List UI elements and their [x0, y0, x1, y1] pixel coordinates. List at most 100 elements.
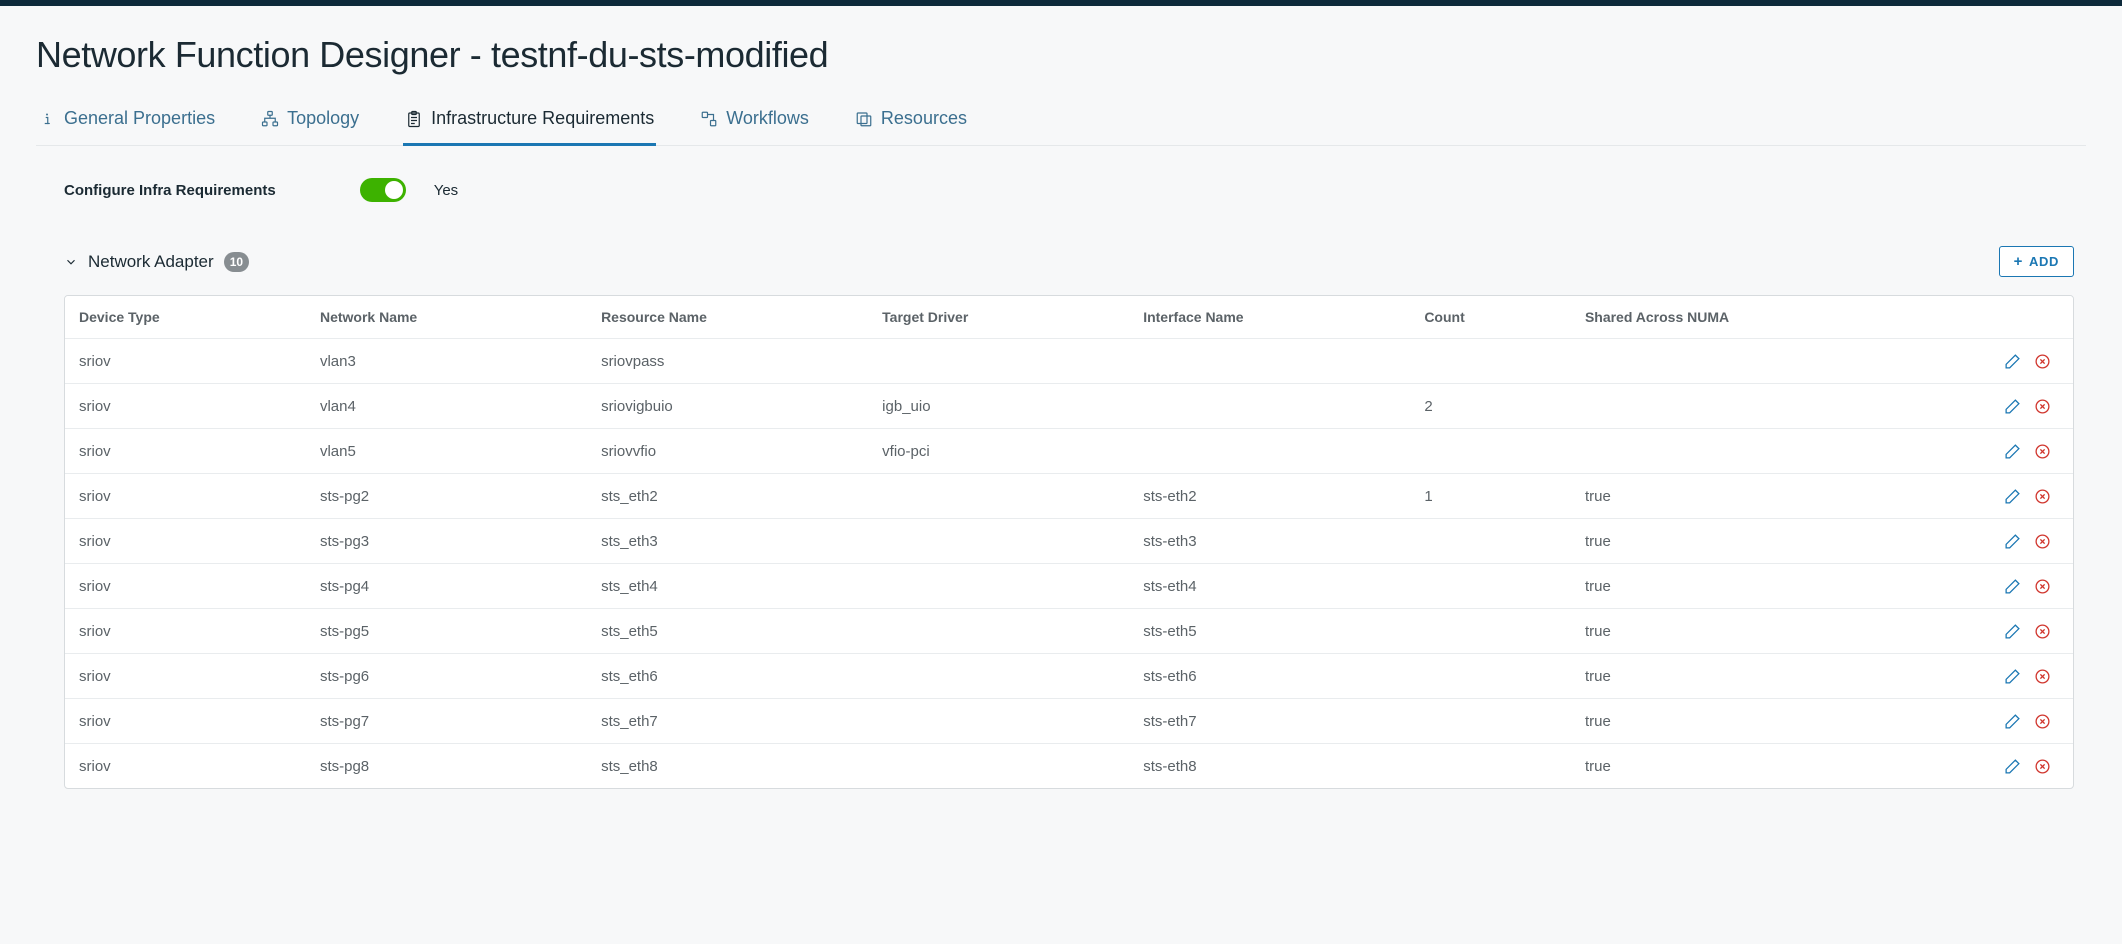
table-header-row: Device Type Network Name Resource Name T… [65, 296, 2073, 339]
delete-icon[interactable] [2033, 352, 2051, 370]
tab-label: Infrastructure Requirements [431, 108, 654, 129]
cell-interface-name: sts-eth5 [1129, 609, 1410, 654]
table-row: sriovsts-pg3sts_eth3sts-eth3true [65, 519, 2073, 564]
cell-resource-name: sts_eth4 [587, 564, 868, 609]
table-row: sriovvlan5sriovvfiovfio-pci [65, 429, 2073, 474]
edit-icon[interactable] [2003, 757, 2021, 775]
cell-shared-numa: true [1571, 474, 1953, 519]
tab-infrastructure-requirements[interactable]: Infrastructure Requirements [403, 100, 656, 146]
table-row: sriovsts-pg7sts_eth7sts-eth7true [65, 699, 2073, 744]
cell-device-type: sriov [65, 474, 306, 519]
config-toggle-value: Yes [434, 182, 458, 199]
cell-resource-name: sts_eth2 [587, 474, 868, 519]
cell-target-driver [868, 519, 1129, 564]
delete-icon[interactable] [2033, 442, 2051, 460]
cell-shared-numa: true [1571, 564, 1953, 609]
edit-icon[interactable] [2003, 622, 2021, 640]
cell-device-type: sriov [65, 519, 306, 564]
cell-actions [1952, 564, 2073, 609]
delete-icon[interactable] [2033, 532, 2051, 550]
cell-target-driver: igb_uio [868, 384, 1129, 429]
plus-icon: + [2014, 254, 2023, 269]
config-toggle-row: Configure Infra Requirements Yes [64, 178, 2086, 202]
cell-network-name: vlan5 [306, 429, 587, 474]
edit-icon[interactable] [2003, 397, 2021, 415]
cell-actions [1952, 609, 2073, 654]
cell-network-name: vlan4 [306, 384, 587, 429]
tab-label: Workflows [726, 108, 809, 129]
cell-actions [1952, 339, 2073, 384]
tab-resources[interactable]: Resources [853, 100, 969, 146]
edit-icon[interactable] [2003, 577, 2021, 595]
add-button-label: ADD [2029, 254, 2059, 269]
table-row: sriovsts-pg2sts_eth2sts-eth21true [65, 474, 2073, 519]
tab-workflows[interactable]: Workflows [698, 100, 811, 146]
section-toggle[interactable]: Network Adapter 10 [64, 252, 249, 272]
cell-target-driver [868, 654, 1129, 699]
tab-topology[interactable]: Topology [259, 100, 361, 146]
cell-device-type: sriov [65, 609, 306, 654]
cell-count: 1 [1410, 474, 1571, 519]
cell-shared-numa: true [1571, 699, 1953, 744]
cell-device-type: sriov [65, 744, 306, 789]
cell-resource-name: sts_eth3 [587, 519, 868, 564]
tab-label: Topology [287, 108, 359, 129]
cell-target-driver [868, 339, 1129, 384]
cell-count [1410, 699, 1571, 744]
edit-icon[interactable] [2003, 442, 2021, 460]
cell-interface-name: sts-eth2 [1129, 474, 1410, 519]
cell-interface-name: sts-eth7 [1129, 699, 1410, 744]
cell-count [1410, 744, 1571, 789]
network-adapter-section: Network Adapter 10 + ADD Device Type Net… [36, 246, 2086, 789]
cell-interface-name: sts-eth8 [1129, 744, 1410, 789]
cell-actions [1952, 384, 2073, 429]
cell-count [1410, 609, 1571, 654]
edit-icon[interactable] [2003, 712, 2021, 730]
tab-label: General Properties [64, 108, 215, 129]
col-interface-name: Interface Name [1129, 296, 1410, 339]
edit-icon[interactable] [2003, 532, 2021, 550]
page-container: Network Function Designer - testnf-du-st… [0, 6, 2122, 789]
edit-icon[interactable] [2003, 352, 2021, 370]
cell-count [1410, 564, 1571, 609]
cell-network-name: sts-pg7 [306, 699, 587, 744]
config-toggle[interactable] [360, 178, 406, 202]
add-button[interactable]: + ADD [1999, 246, 2074, 277]
cell-shared-numa: true [1571, 519, 1953, 564]
col-count: Count [1410, 296, 1571, 339]
cell-resource-name: sts_eth7 [587, 699, 868, 744]
cell-device-type: sriov [65, 564, 306, 609]
cell-interface-name [1129, 384, 1410, 429]
tab-general-properties[interactable]: General Properties [36, 100, 217, 146]
info-icon [38, 110, 56, 128]
delete-icon[interactable] [2033, 712, 2051, 730]
table-row: sriovsts-pg5sts_eth5sts-eth5true [65, 609, 2073, 654]
cell-actions [1952, 654, 2073, 699]
cell-count [1410, 519, 1571, 564]
edit-icon[interactable] [2003, 487, 2021, 505]
cell-interface-name: sts-eth4 [1129, 564, 1410, 609]
cell-network-name: vlan3 [306, 339, 587, 384]
cell-shared-numa [1571, 384, 1953, 429]
edit-icon[interactable] [2003, 667, 2021, 685]
clipboard-icon [405, 110, 423, 128]
cell-resource-name: sts_eth5 [587, 609, 868, 654]
tab-label: Resources [881, 108, 967, 129]
cell-network-name: sts-pg4 [306, 564, 587, 609]
chevron-down-icon [64, 255, 78, 269]
delete-icon[interactable] [2033, 397, 2051, 415]
cell-count [1410, 339, 1571, 384]
delete-icon[interactable] [2033, 622, 2051, 640]
cell-count [1410, 429, 1571, 474]
table-row: sriovvlan3sriovpass [65, 339, 2073, 384]
delete-icon[interactable] [2033, 667, 2051, 685]
cell-interface-name [1129, 429, 1410, 474]
delete-icon[interactable] [2033, 757, 2051, 775]
topology-icon [261, 110, 279, 128]
delete-icon[interactable] [2033, 577, 2051, 595]
delete-icon[interactable] [2033, 487, 2051, 505]
cell-device-type: sriov [65, 339, 306, 384]
cell-shared-numa [1571, 429, 1953, 474]
cell-actions [1952, 474, 2073, 519]
cell-actions [1952, 744, 2073, 789]
